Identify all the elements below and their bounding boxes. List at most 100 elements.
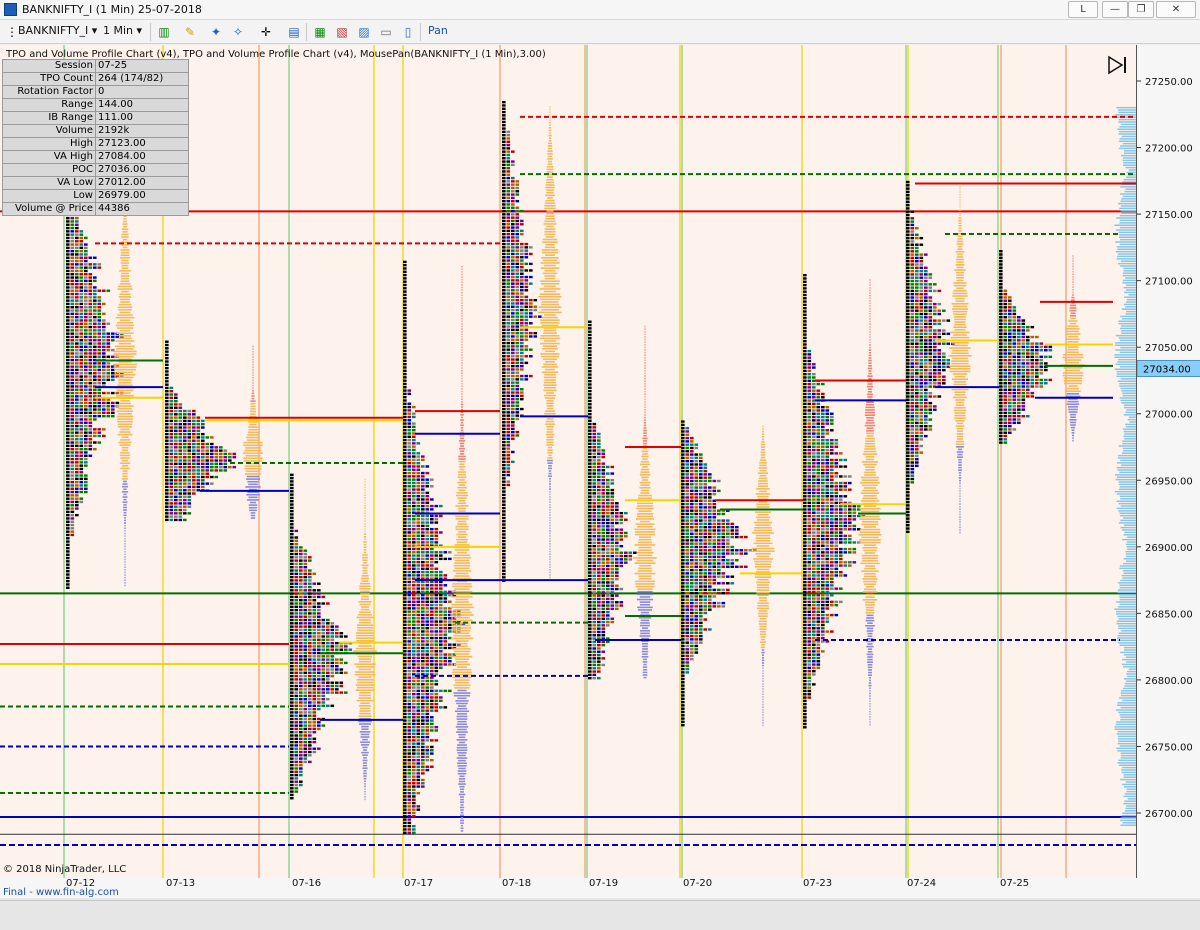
tpo-block — [79, 434, 84, 438]
tpo-block — [84, 477, 88, 481]
tpo-block — [529, 348, 533, 351]
minimize-icon[interactable]: — — [1102, 1, 1128, 18]
chart-trader-icon[interactable]: ▯ — [400, 24, 416, 40]
tpo-block — [403, 567, 407, 570]
tpo-block — [70, 527, 75, 530]
tpo-block — [403, 788, 407, 792]
tpo-block — [75, 256, 79, 259]
session-profile — [165, 340, 264, 522]
tpo-block — [407, 775, 412, 778]
tpo-block — [712, 572, 717, 575]
tpo-block — [412, 514, 416, 518]
tpo-block — [93, 266, 97, 269]
tpo-block — [703, 542, 708, 545]
tpo-block — [592, 594, 597, 597]
tpo-block — [93, 431, 97, 434]
tpo-block — [524, 322, 529, 325]
tpo-block — [439, 514, 443, 518]
drawing-tool-icon[interactable]: ✎ — [182, 24, 198, 40]
tpo-block — [615, 511, 619, 515]
interval-selector[interactable]: 1 Min ▾ — [103, 24, 142, 37]
tpo-block — [506, 256, 511, 259]
tpo-block — [201, 452, 205, 456]
tpo-block — [448, 656, 452, 660]
tpo-block — [708, 549, 712, 552]
instrument-selector[interactable]: BANKNIFTY_I ▾ — [18, 24, 97, 37]
indicators-icon[interactable]: ▦ — [312, 24, 328, 40]
tpo-block — [610, 541, 615, 545]
tpo-block — [502, 190, 506, 193]
tpo-block — [538, 315, 542, 318]
tpo-block — [506, 226, 511, 229]
properties-icon[interactable]: ▤ — [286, 24, 302, 40]
tpo-block — [407, 587, 412, 590]
tpo-block — [601, 472, 606, 475]
tpo-block — [416, 574, 421, 577]
tpo-block — [228, 459, 232, 462]
close-icon[interactable]: ✕ — [1156, 1, 1196, 18]
tpo-block — [588, 673, 592, 677]
pan-mode-label[interactable]: Pan — [428, 24, 448, 37]
tpo-block — [174, 485, 178, 489]
tpo-block — [403, 283, 407, 287]
tpo-block — [75, 216, 79, 220]
window-link-button[interactable]: L — [1068, 1, 1098, 18]
tpo-block — [430, 567, 434, 570]
tpo-block — [169, 399, 174, 403]
tpo-block — [690, 496, 694, 499]
tpo-block — [412, 692, 416, 696]
tpo-block — [290, 764, 294, 767]
restore-icon[interactable]: ❐ — [1128, 1, 1154, 18]
tpo-block — [624, 531, 628, 535]
zoom-in-icon[interactable]: ✦ — [208, 24, 224, 40]
strategies-icon[interactable]: ▧ — [334, 24, 350, 40]
tpo-block — [317, 582, 321, 585]
tpo-block — [290, 658, 294, 661]
tpo-block — [169, 432, 174, 436]
tpo-block — [84, 332, 88, 335]
tpo-block — [615, 528, 619, 531]
tpo-block — [606, 488, 610, 492]
tpo-block — [290, 516, 294, 519]
tpo-block — [403, 725, 407, 729]
tpo-block — [416, 607, 421, 610]
tpo-block — [178, 479, 183, 482]
tpo-block — [196, 482, 201, 485]
tpo-block — [66, 312, 70, 316]
tpo-block — [290, 500, 294, 503]
tpo-block — [183, 452, 187, 456]
tpo-block — [506, 483, 511, 487]
tpo-block — [416, 775, 421, 778]
tpo-block — [79, 401, 84, 405]
tpo-block — [412, 643, 416, 646]
tpo-block — [165, 396, 169, 400]
tpo-block — [601, 531, 606, 535]
tpo-block — [303, 615, 308, 618]
tpo-block — [79, 322, 84, 325]
tpo-block — [699, 532, 703, 535]
tpo-block — [219, 462, 223, 466]
zoom-out-icon[interactable]: ✧ — [230, 24, 246, 40]
tpo-block — [192, 485, 196, 489]
tpo-block — [588, 676, 592, 680]
tpo-block — [183, 482, 187, 485]
tpo-block — [421, 620, 425, 623]
tpo-block — [93, 381, 97, 385]
tpo-block — [403, 729, 407, 732]
tpo-block — [312, 612, 317, 615]
tpo-block — [308, 691, 312, 694]
tpo-block — [290, 638, 294, 642]
tpo-block — [592, 617, 597, 620]
tpo-block — [694, 519, 699, 522]
tpo-block — [425, 564, 430, 567]
tpo-block — [330, 641, 335, 645]
tpo-block — [178, 413, 183, 416]
tpo-block — [79, 368, 84, 372]
data-box-icon[interactable]: ▨ — [356, 24, 372, 40]
tpo-block — [506, 170, 511, 173]
bar-style-icon[interactable]: ▥ — [156, 24, 172, 40]
tpo-block — [597, 640, 601, 644]
crosshair-icon[interactable]: ✛ — [258, 24, 274, 40]
snapshot-icon[interactable]: ▭ — [378, 24, 394, 40]
tpo-block — [290, 780, 294, 783]
